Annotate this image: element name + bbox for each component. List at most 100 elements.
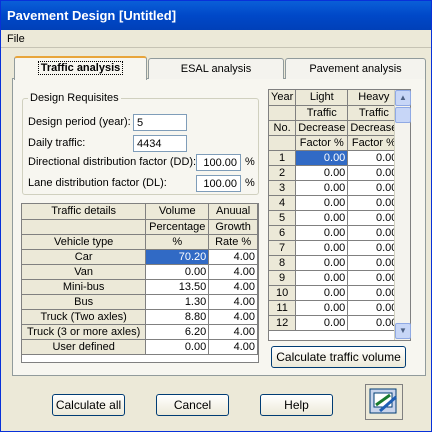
col-header-light-factor: Factor % [295, 135, 349, 151]
design-period-input[interactable] [133, 114, 187, 131]
col-header-heavy: Heavy [347, 90, 401, 106]
heavy-factor-cell[interactable]: 0.00 [347, 300, 401, 316]
table-row: Truck (3 or more axles) 6.20 4.00 [22, 324, 258, 340]
col-header-blank [269, 135, 297, 151]
help-button[interactable]: Help [260, 394, 333, 416]
year-cell: 10 [269, 285, 297, 301]
col-header-vehicle-type: Vehicle type [22, 234, 147, 250]
light-factor-cell[interactable]: 0.00 [295, 255, 349, 271]
table-row: 9 0.00 0.00 [269, 270, 401, 286]
table-row: 7 0.00 0.00 [269, 240, 401, 256]
growth-rate-cell[interactable]: 4.00 [208, 294, 258, 310]
vehicle-type-cell: User defined [22, 339, 147, 355]
heavy-factor-cell[interactable]: 0.00 [347, 210, 401, 226]
daily-traffic-input[interactable] [133, 135, 187, 152]
scroll-down-icon[interactable]: ▼ [395, 323, 411, 339]
dd-unit: % [245, 156, 255, 168]
col-header-heavy-factor: Factor % [347, 135, 401, 151]
table-row: Bus 1.30 4.00 [22, 294, 258, 310]
light-factor-cell[interactable]: 0.00 [295, 165, 349, 181]
volume-pct-cell[interactable]: 8.80 [145, 309, 210, 325]
col-header-annual: Anuual [208, 204, 258, 220]
cancel-button[interactable]: Cancel [156, 394, 229, 416]
scroll-thumb[interactable] [395, 107, 411, 123]
chart-tool-icon[interactable] [365, 384, 403, 420]
tab-traffic-analysis[interactable]: Traffic analysis [14, 56, 147, 80]
table-row: User defined 0.00 4.00 [22, 339, 258, 355]
col-header-year: Year [269, 90, 297, 106]
growth-rate-cell[interactable]: 4.00 [208, 324, 258, 340]
col-header-blank [269, 105, 297, 121]
light-factor-cell[interactable]: 0.00 [295, 180, 349, 196]
heavy-factor-cell[interactable]: 0.00 [347, 255, 401, 271]
vehicle-type-cell: Van [22, 264, 147, 280]
light-factor-cell[interactable]: 0.00 [295, 270, 349, 286]
scroll-up-icon[interactable]: ▲ [395, 90, 411, 106]
dl-unit: % [245, 177, 255, 189]
calculate-all-button[interactable]: Calculate all [52, 394, 125, 416]
light-factor-cell[interactable]: 0.00 [295, 210, 349, 226]
table-row: Truck (Two axles) 8.80 4.00 [22, 309, 258, 325]
decrease-factor-grid: Year Light Heavy Traffic Traffic No. Dec… [268, 89, 411, 341]
col-header-percentage: Percentage [145, 219, 210, 235]
col-header-rate-unit: Rate % [208, 234, 258, 250]
calculate-traffic-volume-button[interactable]: Calculate traffic volume [271, 346, 406, 368]
year-cell: 2 [269, 165, 297, 181]
year-cell: 4 [269, 195, 297, 211]
growth-rate-cell[interactable]: 4.00 [208, 264, 258, 280]
volume-pct-cell[interactable]: 13.50 [145, 279, 210, 295]
growth-rate-cell[interactable]: 4.00 [208, 279, 258, 295]
heavy-factor-cell[interactable]: 0.00 [347, 270, 401, 286]
dd-factor-input[interactable] [196, 154, 241, 171]
col-header-heavy-traffic: Traffic [347, 105, 401, 121]
col-header-light: Light [295, 90, 349, 106]
growth-rate-cell[interactable]: 4.00 [208, 339, 258, 355]
table-row: 12 0.00 0.00 [269, 315, 401, 331]
volume-pct-cell[interactable]: 0.00 [145, 339, 210, 355]
table-row: 1 0.00 0.00 [269, 150, 401, 166]
light-factor-cell[interactable]: 0.00 [295, 315, 349, 331]
vehicle-type-cell: Truck (3 or more axles) [22, 324, 147, 340]
year-cell: 3 [269, 180, 297, 196]
heavy-factor-cell[interactable]: 0.00 [347, 180, 401, 196]
light-factor-cell[interactable]: 0.00 [295, 195, 349, 211]
volume-pct-cell[interactable]: 6.20 [145, 324, 210, 340]
heavy-factor-cell[interactable]: 0.00 [347, 285, 401, 301]
design-period-label: Design period (year): [28, 116, 131, 128]
light-factor-cell[interactable]: 0.00 [295, 285, 349, 301]
year-cell: 9 [269, 270, 297, 286]
volume-pct-cell[interactable]: 70.20 [145, 249, 210, 265]
tab-esal-analysis[interactable]: ESAL analysis [148, 58, 284, 79]
col-header-light-traffic: Traffic [295, 105, 349, 121]
window-title: Pavement Design [Untitled] [7, 8, 177, 23]
table-row: 6 0.00 0.00 [269, 225, 401, 241]
light-factor-cell[interactable]: 0.00 [295, 300, 349, 316]
growth-rate-cell[interactable]: 4.00 [208, 309, 258, 325]
menu-file[interactable]: File [1, 33, 31, 45]
tab-pavement-analysis[interactable]: Pavement analysis [285, 58, 426, 79]
heavy-factor-cell[interactable]: 0.00 [347, 225, 401, 241]
growth-rate-cell[interactable]: 4.00 [208, 249, 258, 265]
light-factor-cell[interactable]: 0.00 [295, 240, 349, 256]
year-cell: 6 [269, 225, 297, 241]
vertical-scrollbar[interactable]: ▲ ▼ [394, 90, 411, 340]
heavy-factor-cell[interactable]: 0.00 [347, 240, 401, 256]
volume-pct-cell[interactable]: 0.00 [145, 264, 210, 280]
heavy-factor-cell[interactable]: 0.00 [347, 165, 401, 181]
col-header-growth: Growth [208, 219, 258, 235]
year-cell: 8 [269, 255, 297, 271]
table-row: Van 0.00 4.00 [22, 264, 258, 280]
year-cell: 7 [269, 240, 297, 256]
heavy-factor-cell[interactable]: 0.00 [347, 315, 401, 331]
volume-pct-cell[interactable]: 1.30 [145, 294, 210, 310]
heavy-factor-cell[interactable]: 0.00 [347, 195, 401, 211]
col-header-no: No. [269, 120, 297, 136]
dl-factor-label: Lane distribution factor (DL): [28, 177, 167, 189]
heavy-factor-cell[interactable]: 0.00 [347, 150, 401, 166]
light-factor-cell[interactable]: 0.00 [295, 150, 349, 166]
dl-factor-input[interactable] [196, 175, 241, 192]
table-row: 11 0.00 0.00 [269, 300, 401, 316]
title-bar: Pavement Design [Untitled] [1, 1, 431, 30]
light-factor-cell[interactable]: 0.00 [295, 225, 349, 241]
col-header-light-decrease: Decrease [295, 120, 349, 136]
